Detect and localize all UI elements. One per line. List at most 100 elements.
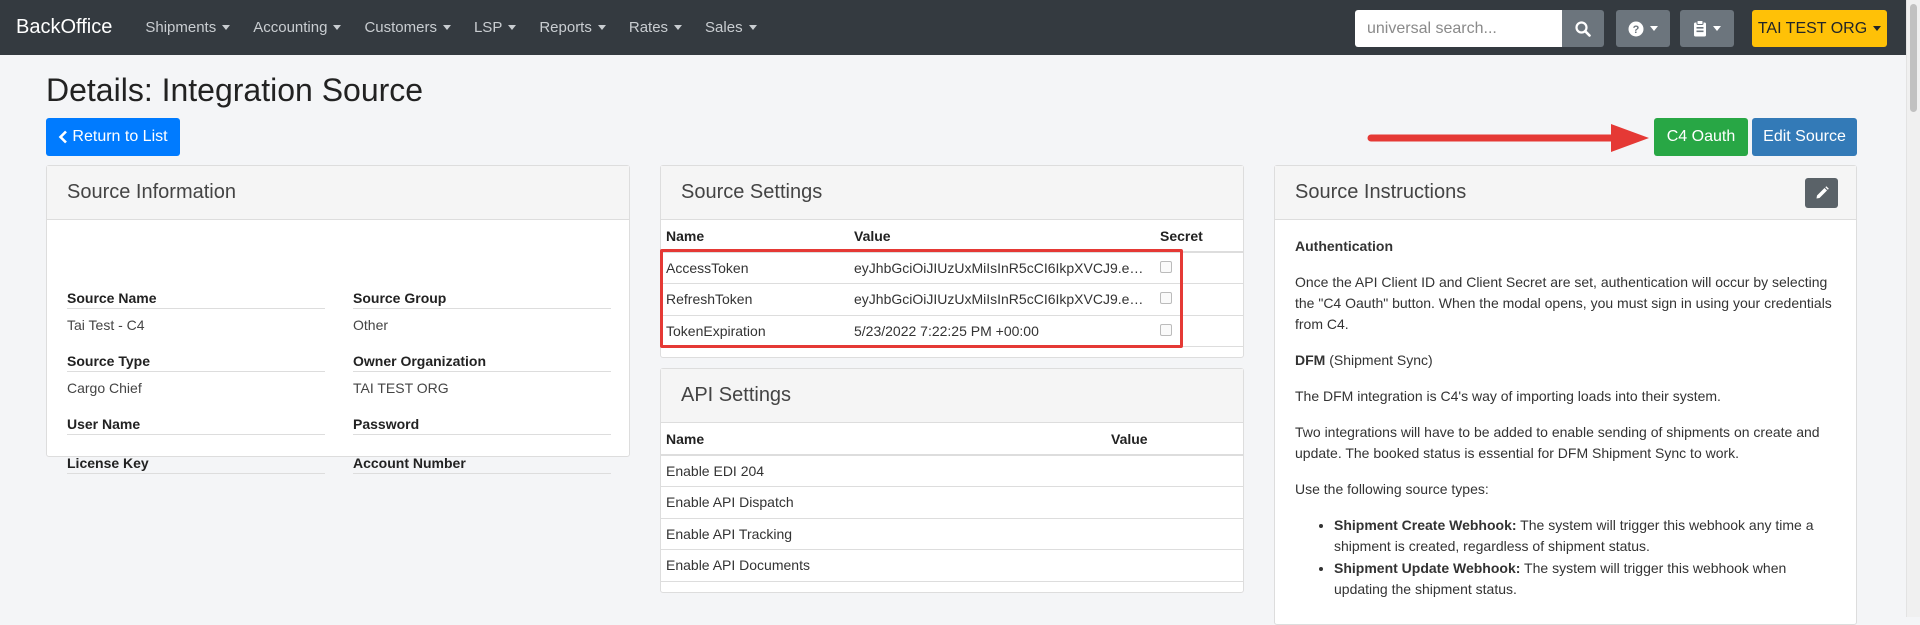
field-source-name: Source Name Tai Test - C4	[67, 290, 325, 333]
menu-label: LSP	[473, 19, 503, 36]
field-label: Source Name	[67, 290, 325, 309]
pencil-icon	[1816, 186, 1829, 199]
field-label: User Name	[67, 416, 325, 435]
field-label: Source Type	[67, 353, 325, 372]
field-value: Cargo Chief	[67, 380, 142, 396]
dfm-paragraph-2: Two integrations will have to be added t…	[1295, 424, 1820, 461]
dfm-paragraph-3: Use the following source types:	[1295, 481, 1489, 497]
caret-down-icon	[222, 25, 231, 30]
table-header-row: Name Value	[661, 423, 1243, 456]
field-label: License Key	[67, 455, 325, 474]
menu-label: Customers	[364, 19, 437, 36]
search-icon	[1575, 20, 1591, 37]
setting-name: Enable EDI 204	[661, 455, 1106, 487]
dfm-subheading: (Shipment Sync)	[1325, 352, 1433, 368]
table-header-row: Name Value Secret	[661, 220, 1243, 253]
field-user-name: User Name	[67, 416, 325, 443]
brand-logo[interactable]: BackOffice	[16, 16, 112, 39]
column-header: Name	[661, 220, 849, 253]
list-item: Shipment Update Webhook: The system will…	[1334, 558, 1836, 600]
annotation-arrow	[1367, 124, 1649, 152]
field-value: TAI TEST ORG	[353, 380, 449, 396]
clipboard-icon	[1694, 20, 1706, 37]
universal-search	[1355, 10, 1604, 47]
caret-down-icon	[508, 25, 517, 30]
column-header: Value	[849, 220, 1155, 253]
field-owner-organization: Owner Organization TAI TEST ORG	[353, 353, 611, 396]
help-menu-button[interactable]: ?	[1616, 10, 1670, 47]
menu-label: Accounting	[253, 19, 328, 36]
table-row: Enable API Dispatch	[661, 486, 1243, 519]
field-label: Password	[353, 416, 611, 435]
menu-label: Sales	[705, 19, 743, 36]
column-header: Value	[1106, 423, 1243, 456]
caret-down-icon	[1650, 26, 1658, 31]
search-button[interactable]	[1562, 10, 1604, 47]
menu-shipments[interactable]: Shipments	[145, 19, 231, 36]
caret-down-icon	[597, 25, 606, 30]
menu-label: Reports	[539, 19, 592, 36]
menu-reports[interactable]: Reports	[539, 19, 606, 36]
page-title: Details: Integration Source	[46, 72, 424, 108]
setting-value	[1106, 549, 1243, 582]
menu-rates[interactable]: Rates	[628, 19, 683, 36]
annotation-highlight-box	[660, 249, 1183, 348]
instructions-body: Authentication Once the API Client ID an…	[1275, 220, 1856, 609]
menu-label: Rates	[628, 19, 669, 36]
setting-name: Enable API Documents	[661, 549, 1106, 582]
caret-down-icon	[748, 25, 757, 30]
column-header: Name	[661, 423, 1106, 456]
scrollbar-thumb[interactable]	[1910, 4, 1917, 112]
field-source-group: Source Group Other	[353, 290, 611, 333]
list-item-title: Shipment Create Webhook:	[1334, 517, 1517, 533]
field-value: Other	[353, 317, 389, 333]
search-input[interactable]	[1355, 10, 1562, 47]
api-settings-table: Name Value Enable EDI 204 Enable API Dis…	[661, 423, 1243, 582]
caret-down-icon	[1713, 26, 1721, 31]
setting-value	[1106, 518, 1243, 550]
caret-down-icon	[674, 25, 683, 30]
field-password: Password	[353, 416, 611, 443]
c4-oauth-button[interactable]: C4 Oauth	[1654, 118, 1748, 156]
panel-title: Source Instructions	[1295, 181, 1467, 203]
menu-accounting[interactable]: Accounting	[253, 19, 342, 36]
table-row: Enable EDI 204	[661, 455, 1243, 487]
org-switcher-button[interactable]: TAI TEST ORG	[1752, 10, 1887, 47]
field-label: Owner Organization	[353, 353, 611, 372]
caret-down-icon	[442, 25, 451, 30]
return-to-list-button[interactable]: Return to List	[46, 118, 180, 156]
list-item-title: Shipment Update Webhook:	[1334, 560, 1521, 576]
panel-header: Source Instructions	[1275, 166, 1856, 220]
list-item: Shipment Create Webhook: The system will…	[1334, 515, 1836, 557]
field-account-number: Account Number	[353, 455, 611, 482]
source-type-list: Shipment Create Webhook: The system will…	[1295, 515, 1836, 600]
setting-name: Enable API Tracking	[661, 518, 1106, 550]
panel-title: API Settings	[661, 369, 1243, 423]
caret-down-icon	[333, 25, 342, 30]
menu-label: Shipments	[145, 19, 217, 36]
field-value: Tai Test - C4	[67, 317, 145, 333]
field-label: Source Group	[353, 290, 611, 309]
setting-value	[1106, 486, 1243, 519]
setting-name: Enable API Dispatch	[661, 486, 1106, 519]
table-row: Enable API Documents	[661, 549, 1243, 582]
chevron-left-icon	[59, 130, 68, 144]
table-row: Enable API Tracking	[661, 518, 1243, 550]
menu-lsp[interactable]: LSP	[473, 19, 517, 36]
dfm-paragraph-1: The DFM integration is C4's way of impor…	[1295, 388, 1721, 404]
panel-title: Source Settings	[661, 166, 1243, 220]
edit-instructions-button[interactable]	[1805, 178, 1838, 208]
field-label: Account Number	[353, 455, 611, 474]
svg-text:?: ?	[1633, 24, 1640, 36]
auth-heading: Authentication	[1295, 238, 1393, 254]
org-label: TAI TEST ORG	[1757, 19, 1868, 37]
menu-sales[interactable]: Sales	[705, 19, 757, 36]
api-settings-panel: API Settings Name Value Enable EDI 204 E…	[660, 368, 1244, 593]
question-circle-icon: ?	[1628, 21, 1644, 36]
clipboard-menu-button[interactable]	[1680, 10, 1734, 47]
menu-customers[interactable]: Customers	[364, 19, 451, 36]
column-header: Secret	[1155, 220, 1243, 253]
auth-paragraph: Once the API Client ID and Client Secret…	[1295, 274, 1832, 332]
edit-source-button[interactable]: Edit Source	[1752, 118, 1857, 156]
dfm-heading: DFM	[1295, 352, 1326, 368]
